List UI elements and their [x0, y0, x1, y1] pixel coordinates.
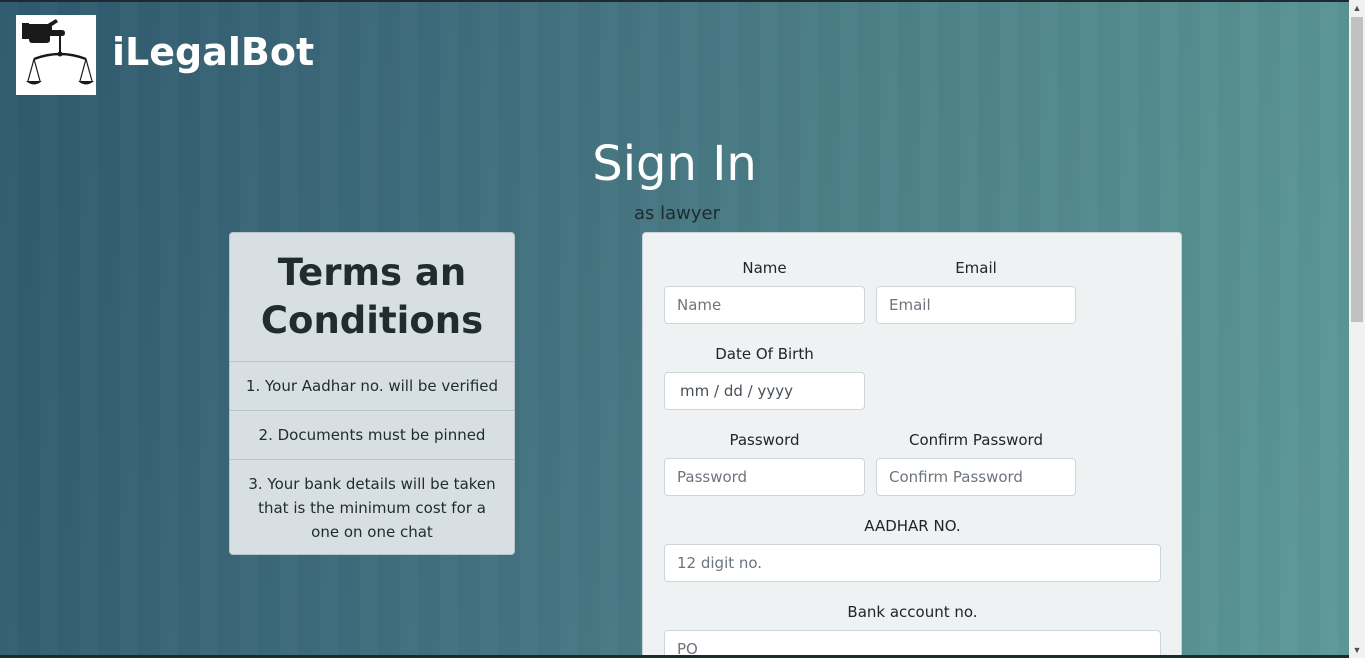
password-input[interactable] [664, 458, 865, 496]
email-label: Email [955, 259, 997, 277]
page-title: Sign In [592, 136, 757, 192]
vertical-scrollbar[interactable]: ▲ ▼ [1349, 0, 1365, 658]
name-label: Name [742, 259, 787, 277]
bank-account-input[interactable] [664, 630, 1161, 658]
brand-name[interactable]: iLegalBot [112, 30, 314, 74]
signup-form-card: Name Email Date Of Birth mm / dd / yyyy … [642, 232, 1182, 658]
scroll-down-icon[interactable]: ▼ [1349, 642, 1365, 658]
email-input[interactable] [876, 286, 1076, 324]
scroll-up-icon[interactable]: ▲ [1349, 0, 1365, 16]
confirm-password-input[interactable] [876, 458, 1076, 496]
terms-heading-text: Terms an Conditions [260, 251, 484, 342]
aadhar-label: AADHAR NO. [864, 517, 961, 535]
confirm-password-label: Confirm Password [909, 431, 1043, 449]
scrollbar-thumb[interactable] [1351, 17, 1363, 322]
terms-item: 1. Your Aadhar no. will be verified [230, 362, 514, 411]
dob-label: Date Of Birth [715, 345, 814, 363]
terms-heading: Terms an Conditions [230, 233, 514, 362]
bank-account-label: Bank account no. [847, 603, 978, 621]
aadhar-input[interactable] [664, 544, 1161, 582]
logo[interactable] [16, 15, 96, 95]
window-top-border [0, 0, 1349, 2]
terms-item: 2. Documents must be pinned [230, 411, 514, 460]
dob-input[interactable]: mm / dd / yyyy [664, 372, 865, 410]
gavel-scales-icon [22, 19, 94, 85]
password-label: Password [729, 431, 800, 449]
terms-card: Terms an Conditions 1. Your Aadhar no. w… [229, 232, 515, 555]
page-subtitle: as lawyer [634, 203, 721, 224]
terms-item: 3. Your bank details will be taken that … [248, 475, 496, 541]
name-input[interactable] [664, 286, 865, 324]
